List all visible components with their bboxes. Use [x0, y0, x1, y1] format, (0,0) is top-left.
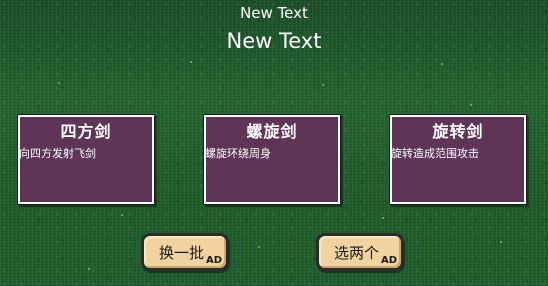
skill-card-description: 螺旋环绕周身 — [205, 147, 271, 160]
ad-badge: AD — [381, 255, 398, 266]
skill-card-rotating-sword[interactable]: 旋转剑 旋转造成范围攻击 — [390, 115, 526, 204]
grass-speck — [58, 82, 60, 84]
grass-speck — [500, 241, 502, 243]
skill-card-spiral-sword[interactable]: 螺旋剑 螺旋环绕周身 — [204, 115, 340, 204]
choose-two-button[interactable]: 选两个 AD — [316, 233, 404, 271]
grass-speck — [470, 104, 472, 106]
subtitle-text: New Text — [240, 4, 308, 22]
grass-speck — [258, 246, 260, 248]
skill-card-description: 向四方发射飞剑 — [19, 147, 96, 160]
ad-badge: AD — [206, 255, 223, 266]
grass-speck — [322, 84, 324, 86]
grass-speck — [121, 214, 123, 216]
skill-card-title: 螺旋剑 — [246, 122, 298, 141]
skill-card-four-way-sword[interactable]: 四方剑 向四方发射飞剑 — [18, 115, 154, 204]
refresh-button[interactable]: 换一批 AD — [141, 233, 229, 271]
skill-card-description: 旋转造成范围攻击 — [391, 147, 479, 160]
skill-card-title: 旋转剑 — [432, 122, 484, 141]
grass-speck — [382, 217, 384, 219]
skill-card-title: 四方剑 — [60, 122, 112, 141]
page-title: New Text — [226, 29, 322, 53]
choose-two-button-label: 选两个 — [334, 244, 380, 262]
grass-speck — [190, 61, 192, 63]
refresh-button-label: 换一批 — [159, 244, 205, 262]
grass-speck — [88, 268, 90, 270]
grass-speck — [441, 63, 443, 65]
